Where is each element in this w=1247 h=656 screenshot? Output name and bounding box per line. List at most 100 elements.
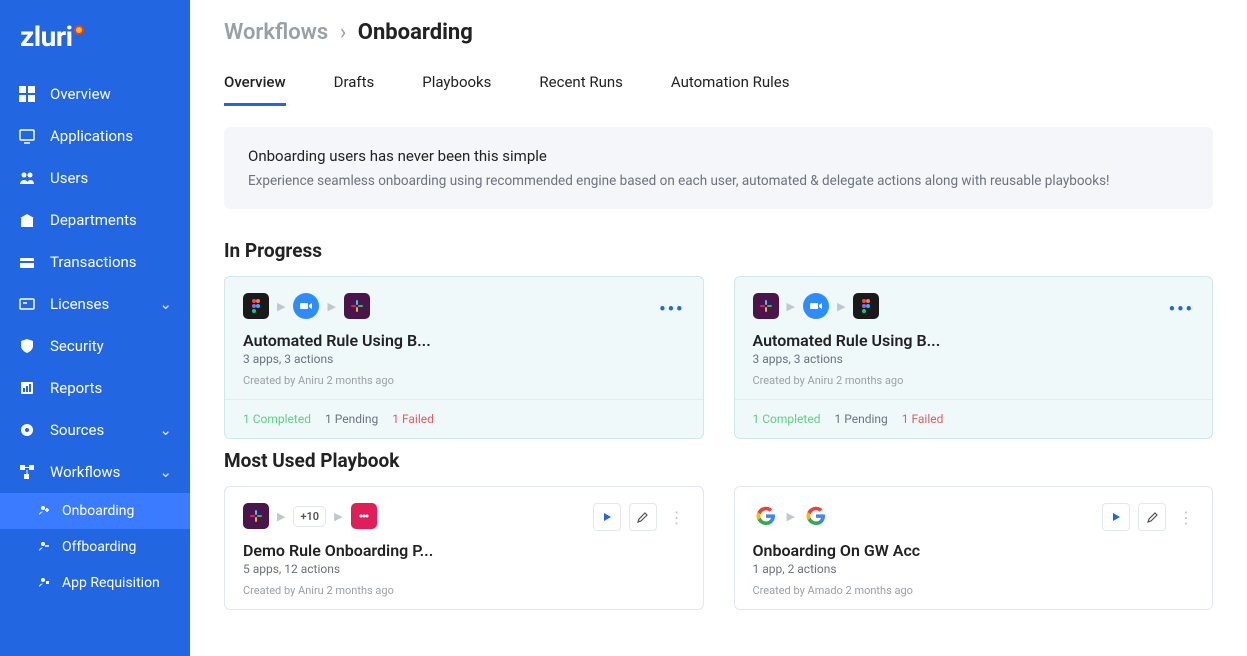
slack-icon (753, 293, 779, 319)
figma-icon (243, 293, 269, 319)
app-grid-icon (351, 503, 377, 529)
card-created: Created by Aniru 2 months ago (753, 374, 1195, 387)
grid-icon (18, 85, 36, 103)
section-in-progress: In Progress (190, 229, 1247, 276)
sidebar-item-reports[interactable]: Reports (0, 367, 190, 409)
edit-button[interactable] (629, 503, 657, 531)
app-icon-row: ▶ ▶ (753, 293, 1195, 319)
breadcrumb-root[interactable]: Workflows (224, 20, 328, 45)
zoom-icon (803, 293, 829, 319)
status-completed: 1 Completed (243, 412, 311, 426)
sidebar-item-departments[interactable]: Departments (0, 199, 190, 241)
nav-label: Applications (50, 127, 133, 145)
sidebar: zluri Overview Applications Users Depart… (0, 0, 190, 656)
status-completed: 1 Completed (753, 412, 821, 426)
card-icon (18, 295, 36, 313)
logo-dot-icon (74, 25, 84, 35)
nav-label: Security (50, 337, 104, 355)
nav-label: Transactions (50, 253, 137, 271)
tab-drafts[interactable]: Drafts (334, 65, 375, 106)
card-meta: 1 app, 2 actions (753, 562, 1195, 576)
nav-label: Licenses (50, 295, 109, 313)
sidebar-item-licenses[interactable]: Licenses ⌄ (0, 283, 190, 325)
chevron-right-icon: ▶ (327, 300, 335, 313)
slack-icon (243, 503, 269, 529)
playbook-card[interactable]: ▶ +10 ▶ ⋮ Demo Rule Onboarding P... 5 ap… (224, 486, 704, 610)
sidebar-item-workflows[interactable]: Workflows ⌄ (0, 451, 190, 493)
sub-label: Offboarding (62, 539, 136, 555)
edit-button[interactable] (1138, 503, 1166, 531)
person-plus-icon (38, 504, 52, 518)
chevron-down-icon: ⌄ (159, 421, 172, 439)
status-failed: 1 Failed (392, 412, 434, 426)
workflow-icon (18, 463, 36, 481)
more-menu-icon[interactable]: ••• (659, 299, 684, 320)
chevron-right-icon: ▶ (334, 510, 342, 523)
sidebar-item-applications[interactable]: Applications (0, 115, 190, 157)
card-created: Created by Amado 2 months ago (753, 584, 1195, 597)
sidebar-item-security[interactable]: Security (0, 325, 190, 367)
chevron-down-icon: ⌄ (159, 295, 172, 313)
nav-label: Sources (50, 421, 104, 439)
kebab-menu-icon[interactable]: ⋮ (1174, 508, 1198, 527)
sidebar-item-transactions[interactable]: Transactions (0, 241, 190, 283)
status-pending: 1 Pending (325, 412, 378, 426)
users-icon (18, 169, 36, 187)
kebab-menu-icon[interactable]: ⋮ (665, 508, 689, 527)
monitor-icon (18, 127, 36, 145)
building-icon (18, 211, 36, 229)
playbook-card[interactable]: ▶ ⋮ Onboarding On GW Acc 1 app, 2 action… (734, 486, 1214, 610)
info-banner: Onboarding users has never been this sim… (224, 127, 1213, 209)
sidebar-sub-offboarding[interactable]: Offboarding (0, 529, 190, 565)
card-title: Demo Rule Onboarding P... (243, 541, 685, 560)
breadcrumb: Workflows › Onboarding (190, 0, 1247, 55)
tab-recent-runs[interactable]: Recent Runs (539, 65, 622, 106)
breadcrumb-current: Onboarding (358, 20, 473, 45)
card-created: Created by Aniru 2 months ago (243, 374, 685, 387)
nav-label: Reports (50, 379, 102, 397)
app-icon-row: ▶ ▶ (243, 293, 685, 319)
sidebar-item-users[interactable]: Users (0, 157, 190, 199)
card-meta: 3 apps, 3 actions (243, 352, 685, 366)
playbook-cards: ▶ +10 ▶ ⋮ Demo Rule Onboarding P... 5 ap… (190, 486, 1247, 610)
nav-label: Users (50, 169, 88, 187)
progress-card[interactable]: ▶ ▶ ••• Automated Rule Using B... 3 apps… (224, 276, 704, 439)
run-button[interactable] (593, 503, 621, 531)
card-title: Onboarding On GW Acc (753, 541, 1195, 560)
chevron-right-icon: ▶ (277, 510, 285, 523)
card-meta: 5 apps, 12 actions (243, 562, 685, 576)
nav-label: Departments (50, 211, 137, 229)
chevron-right-icon: ▶ (787, 300, 795, 313)
tab-playbooks[interactable]: Playbooks (422, 65, 491, 106)
status-failed: 1 Failed (902, 412, 944, 426)
google-icon (753, 503, 779, 529)
banner-title: Onboarding users has never been this sim… (248, 147, 1189, 165)
card-title: Automated Rule Using B... (753, 331, 1195, 350)
card-created: Created by Aniru 2 months ago (243, 584, 685, 597)
logo: zluri (0, 16, 190, 73)
sidebar-sub-app-requisition[interactable]: App Requisition (0, 565, 190, 601)
sidebar-sub-onboarding[interactable]: Onboarding (0, 493, 190, 529)
sidebar-item-overview[interactable]: Overview (0, 73, 190, 115)
plus-count-badge: +10 (293, 506, 326, 527)
more-menu-icon[interactable]: ••• (1169, 299, 1194, 320)
wallet-icon (18, 253, 36, 271)
person-minus-icon (38, 540, 52, 554)
figma-icon (853, 293, 879, 319)
chevron-down-icon: ⌄ (159, 463, 172, 481)
progress-card[interactable]: ▶ ▶ ••• Automated Rule Using B... 3 apps… (734, 276, 1214, 439)
tab-automation-rules[interactable]: Automation Rules (671, 65, 790, 106)
status-pending: 1 Pending (834, 412, 887, 426)
google-icon (803, 503, 829, 529)
chevron-laststep-icon: ▶ (787, 510, 795, 523)
gear-icon (18, 421, 36, 439)
run-button[interactable] (1102, 503, 1130, 531)
tab-overview[interactable]: Overview (224, 65, 286, 106)
sidebar-item-sources[interactable]: Sources ⌄ (0, 409, 190, 451)
zoom-icon (293, 293, 319, 319)
nav-label: Workflows (50, 463, 120, 481)
chevron-right-icon: ▶ (277, 300, 285, 313)
person-app-icon (38, 576, 52, 590)
card-title: Automated Rule Using B... (243, 331, 685, 350)
card-meta: 3 apps, 3 actions (753, 352, 1195, 366)
